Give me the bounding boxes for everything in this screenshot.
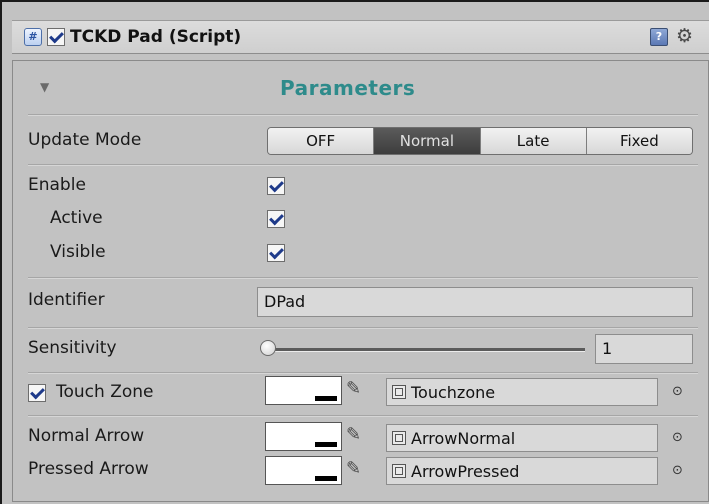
texture-icon <box>392 464 406 478</box>
alpha-bar <box>315 396 337 401</box>
object-picker-target-icon[interactable]: ⊙ <box>672 430 683 445</box>
texture-icon <box>392 431 406 445</box>
checkmark-icon <box>49 28 64 44</box>
sensitivity-label: Sensitivity <box>28 338 117 358</box>
inspector-frame: # TCKD Pad (Script) ? ⚙ ▼ Parameters Upd… <box>0 0 709 504</box>
identifier-input[interactable]: DPad <box>257 287 693 317</box>
checkmark-icon <box>269 177 284 193</box>
alpha-bar <box>315 442 337 447</box>
update-mode-normal-button[interactable]: Normal <box>374 128 481 154</box>
object-picker-target-icon[interactable]: ⊙ <box>672 384 683 399</box>
pressed-arrow-label: Pressed Arrow <box>28 459 149 479</box>
eyedropper-icon[interactable]: ✎ <box>346 378 361 399</box>
checkmark-icon <box>30 384 45 400</box>
alpha-bar <box>315 476 337 481</box>
touch-zone-label: Touch Zone <box>56 382 154 402</box>
update-mode-off-button[interactable]: OFF <box>268 128 375 154</box>
visible-label: Visible <box>50 242 106 262</box>
enable-checkbox[interactable] <box>267 177 285 195</box>
divider <box>28 327 698 329</box>
enable-label: Enable <box>28 175 86 195</box>
component-header[interactable]: # TCKD Pad (Script) ? ⚙ <box>12 20 709 54</box>
texture-icon <box>392 385 406 399</box>
normal-arrow-label: Normal Arrow <box>28 426 145 446</box>
update-mode-late-button[interactable]: Late <box>480 128 587 154</box>
eyedropper-icon[interactable]: ✎ <box>346 458 361 479</box>
normal-arrow-color-field[interactable] <box>265 422 342 451</box>
identifier-label: Identifier <box>28 290 105 310</box>
checkmark-icon <box>269 244 284 260</box>
section-title: Parameters <box>280 76 416 100</box>
pressed-arrow-texture-field[interactable]: ArrowPressed <box>386 457 658 485</box>
normal-arrow-texture-field[interactable]: ArrowNormal <box>386 424 658 452</box>
eyedropper-icon[interactable]: ✎ <box>346 424 361 445</box>
divider <box>28 277 698 279</box>
sensitivity-input[interactable]: 1 <box>595 334 693 364</box>
touch-zone-texture-field[interactable]: Touchzone <box>386 378 658 406</box>
update-mode-label: Update Mode <box>28 130 142 150</box>
normal-arrow-texture-name: ArrowNormal <box>411 429 516 448</box>
help-book-icon[interactable]: ? <box>650 28 668 46</box>
update-mode-fixed-button[interactable]: Fixed <box>586 128 692 154</box>
pressed-arrow-texture-name: ArrowPressed <box>411 462 520 481</box>
gear-icon[interactable]: ⚙ <box>676 25 693 47</box>
update-mode-segmented-control: OFF Normal Late Fixed <box>267 127 693 155</box>
script-icon: # <box>24 28 42 46</box>
touch-zone-color-field[interactable] <box>265 376 342 405</box>
component-title: TCKD Pad (Script) <box>70 27 242 47</box>
sensitivity-slider-track[interactable] <box>265 348 585 352</box>
component-enabled-checkbox[interactable] <box>47 28 65 46</box>
divider <box>28 164 698 166</box>
touch-zone-checkbox[interactable] <box>28 384 46 402</box>
active-label: Active <box>50 208 103 228</box>
divider <box>28 372 698 374</box>
checkmark-icon <box>269 210 284 226</box>
sensitivity-slider-thumb[interactable] <box>260 340 276 356</box>
object-picker-target-icon[interactable]: ⊙ <box>672 463 683 478</box>
visible-checkbox[interactable] <box>267 244 285 262</box>
touch-zone-texture-name: Touchzone <box>411 383 496 402</box>
foldout-triangle-icon[interactable]: ▼ <box>40 80 49 94</box>
pressed-arrow-color-field[interactable] <box>265 456 342 485</box>
active-checkbox[interactable] <box>267 210 285 228</box>
divider <box>28 114 698 116</box>
divider <box>28 415 698 417</box>
